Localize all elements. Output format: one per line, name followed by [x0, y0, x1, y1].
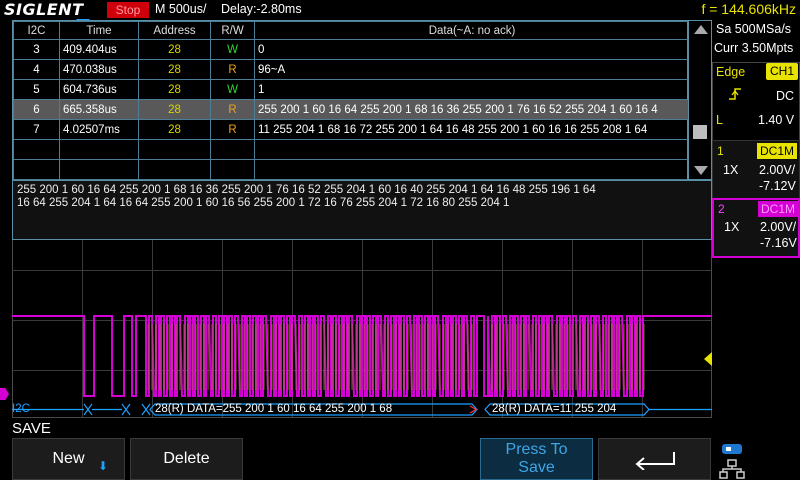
row-time: 409.404us — [59, 39, 139, 60]
column-header: Time — [59, 21, 139, 40]
detail-line: 16 64 255 204 1 64 16 64 255 200 1 60 16… — [17, 197, 510, 209]
status-icons — [714, 438, 800, 480]
row-time: 4.02507ms — [59, 119, 139, 140]
press-to-save-label: Press To — [505, 441, 568, 458]
frequency-counter: f = 144.606kHz — [701, 1, 796, 17]
row-rw: W — [210, 79, 255, 100]
channel-2-info[interactable]: 2 DC1M 1X 2.00V/ -7.16V — [712, 198, 800, 258]
right-info-panel: Sa 500MSa/s Curr 3.50Mpts Edge CH1 DC L … — [712, 20, 800, 420]
press-to-save-label: Save — [518, 459, 555, 476]
row-data: 255 200 1 60 16 64 255 200 1 68 16 36 25… — [254, 99, 690, 120]
channel-number: 2 — [718, 202, 725, 216]
row-rw: W — [210, 39, 255, 60]
delete-button[interactable]: Delete — [130, 438, 243, 480]
decode-frame-label: 28(R) DATA=11 255 204 — [492, 403, 617, 415]
channel-offset: -7.12V — [759, 179, 796, 193]
menu-title: SAVE — [12, 420, 51, 437]
decode-frame-label: 28(R) DATA=255 200 1 60 16 64 255 200 1 … — [155, 403, 393, 415]
channel-coupling-badge: DC1M — [757, 143, 797, 159]
probe-ratio: 1X — [724, 220, 740, 234]
row-data: 11 255 204 1 68 16 72 255 200 1 64 16 48… — [254, 119, 690, 140]
trigger-source-badge: CH1 — [766, 63, 798, 80]
table-row[interactable]: 5 604.736us 28 W 1 — [13, 79, 690, 100]
row-index: 6 — [13, 99, 60, 120]
table-row-selected[interactable]: 6 665.358us 28 R 255 200 1 60 16 64 255 … — [13, 99, 690, 120]
trigger-level: 1.40 V — [758, 113, 795, 127]
back-arrow-icon — [634, 452, 675, 470]
decode-list-table: I2C Time Address R/W Data(~A: no ack) 3 … — [12, 20, 690, 180]
volts-per-div: 2.00V/ — [760, 220, 797, 234]
arrow-down-icon: ⬇ — [98, 459, 109, 473]
row-address: 28 — [138, 59, 211, 80]
table-row[interactable]: 4 470.038us 28 R 96~A — [13, 59, 690, 80]
press-to-save-button[interactable]: Press To Save — [480, 438, 593, 480]
row-rw: R — [210, 119, 255, 140]
table-header-row: I2C Time Address R/W Data(~A: no ack) — [13, 21, 690, 40]
table-scrollbar[interactable] — [688, 20, 712, 180]
row-address: 28 — [138, 119, 211, 140]
scrollbar-thumb[interactable] — [693, 125, 707, 139]
column-header: Address — [138, 21, 211, 40]
memory-depth: Curr 3.50Mpts — [714, 41, 794, 55]
i2c-bus-label: I2C — [12, 403, 30, 415]
scroll-down-icon[interactable] — [694, 166, 708, 175]
row-index: 7 — [13, 119, 60, 140]
timebase-readout: M 500us/ — [155, 2, 207, 16]
top-status-bar: SIGLENT Stop M 500us/ Delay:-2.80ms f = … — [0, 0, 800, 20]
row-index: 4 — [13, 59, 60, 80]
scroll-up-icon[interactable] — [694, 25, 708, 34]
table-row[interactable]: 3 409.404us 28 W 0 — [13, 39, 690, 60]
channel-coupling-badge: DC1M — [758, 201, 798, 217]
row-time: 604.736us — [59, 79, 139, 100]
row-time: 470.038us — [59, 59, 139, 80]
trigger-coupling: DC — [776, 89, 795, 103]
rising-edge-icon — [729, 88, 741, 100]
sample-rate: Sa 500MSa/s — [716, 22, 792, 36]
new-button-label: New — [52, 450, 85, 467]
trigger-level-marker-icon[interactable] — [704, 352, 712, 366]
row-data: 96~A — [254, 59, 690, 80]
channel-number: 1 — [717, 144, 724, 158]
row-rw: R — [210, 99, 255, 120]
brand-logo: SIGLENT — [4, 0, 84, 19]
row-index: 3 — [13, 39, 60, 60]
detail-line: 255 200 1 60 16 64 255 200 1 68 16 36 25… — [17, 184, 596, 196]
column-header: Data(~A: no ack) — [254, 21, 690, 40]
row-rw: R — [210, 59, 255, 80]
back-button[interactable] — [598, 438, 711, 480]
table-row[interactable]: 7 4.02507ms 28 R 11 255 204 1 68 16 72 2… — [13, 119, 690, 140]
channel-2-waveform — [12, 315, 712, 397]
probe-ratio: 1X — [723, 163, 739, 177]
row-time: 665.358us — [59, 99, 139, 120]
row-data: 0 — [254, 39, 690, 60]
table-row-empty — [13, 139, 690, 160]
row-data: 1 — [254, 79, 690, 100]
run-status-badge[interactable]: Stop — [107, 2, 149, 18]
column-header: I2C — [13, 21, 60, 40]
usb-icon — [722, 444, 742, 454]
row-address: 28 — [138, 99, 211, 120]
network-icon — [719, 459, 745, 479]
trigger-level-prefix: L — [716, 113, 723, 127]
volts-per-div: 2.00V/ — [759, 163, 796, 177]
channel-1-info[interactable]: 1 DC1M 1X 2.00V/ -7.12V — [712, 140, 800, 200]
trigger-type: Edge — [716, 65, 746, 79]
sda-trace — [12, 315, 712, 397]
decode-detail-box: 255 200 1 60 16 64 255 200 1 68 16 36 25… — [12, 180, 712, 240]
column-header: R/W — [210, 21, 255, 40]
delay-readout: Delay:-2.80ms — [221, 2, 302, 16]
row-index: 5 — [13, 79, 60, 100]
delete-button-label: Delete — [163, 450, 210, 467]
row-address: 28 — [138, 39, 211, 60]
table-row-empty — [13, 159, 690, 180]
row-address: 28 — [138, 79, 211, 100]
channel-offset: -7.16V — [760, 236, 797, 250]
